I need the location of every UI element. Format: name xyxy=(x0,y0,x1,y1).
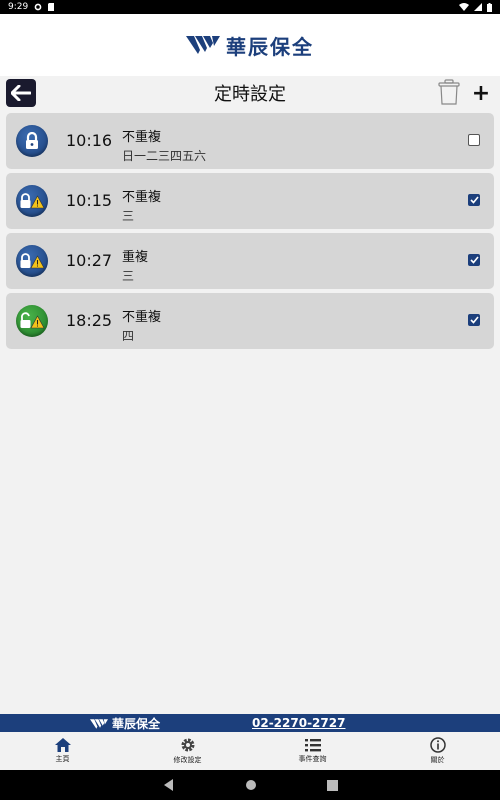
brand-logo-icon xyxy=(90,718,108,729)
brand-name: 華辰保全 xyxy=(226,34,314,59)
nav-label: 修改設定 xyxy=(173,756,202,764)
list-icon xyxy=(304,739,321,752)
nav-home[interactable]: 主頁 xyxy=(0,732,125,770)
lock-closed-icon xyxy=(16,125,48,157)
page-title: 定時設定 xyxy=(214,84,286,105)
lock-open-warning-icon xyxy=(16,305,48,337)
schedule-item[interactable]: 10:27 重複 三 xyxy=(6,233,494,289)
nav-settings[interactable]: 修改設定 xyxy=(125,732,250,770)
gear-icon xyxy=(181,738,194,752)
enable-checkbox[interactable] xyxy=(468,134,480,146)
schedule-repeat: 不重複 xyxy=(122,190,162,205)
nav-events[interactable]: 事件查詢 xyxy=(250,732,375,770)
schedule-repeat: 不重複 xyxy=(122,130,162,145)
schedule-item[interactable]: 10:15 不重複 三 xyxy=(6,173,494,229)
checkmark-icon xyxy=(469,316,479,324)
nav-label: 事件查詢 xyxy=(298,755,327,763)
trash-icon xyxy=(438,79,460,105)
checkmark-icon xyxy=(469,196,479,204)
recents-square-icon[interactable] xyxy=(326,779,338,791)
settings-gear-status-icon xyxy=(34,3,42,11)
schedule-item[interactable]: 18:25 不重複 四 xyxy=(6,293,494,349)
signal-icon xyxy=(474,3,482,11)
schedule-days: 日一二三四五六 xyxy=(122,149,207,163)
footer-brand: 華辰保全 xyxy=(90,715,160,732)
footer-band: 華辰保全 02-2270-2727 xyxy=(0,714,500,732)
brand-logo-icon xyxy=(186,36,220,54)
schedule-repeat: 重複 xyxy=(122,250,149,265)
android-nav-bar xyxy=(0,770,500,800)
wifi-icon xyxy=(459,3,469,11)
enable-checkbox[interactable] xyxy=(468,254,480,266)
schedule-time: 10:16 xyxy=(66,131,113,150)
schedule-time: 10:15 xyxy=(66,191,113,210)
schedule-time: 18:25 xyxy=(66,311,113,330)
info-icon xyxy=(429,737,446,753)
checkmark-icon xyxy=(469,256,479,264)
schedule-list: 10:16 不重複 日一二三四五六 10:15 不重複 三 10:27 重複 三… xyxy=(6,113,494,353)
schedule-item[interactable]: 10:16 不重複 日一二三四五六 xyxy=(6,113,494,169)
schedule-days: 三 xyxy=(122,209,135,223)
lock-closed-warning-icon xyxy=(16,185,48,217)
home-icon xyxy=(54,738,71,752)
enable-checkbox[interactable] xyxy=(468,314,480,326)
nav-label: 主頁 xyxy=(55,755,70,763)
phone-link[interactable]: 02-2270-2727 xyxy=(252,716,345,730)
schedule-repeat: 不重複 xyxy=(122,310,162,325)
toolbar: 定時設定 + xyxy=(0,76,500,110)
enable-checkbox[interactable] xyxy=(468,194,480,206)
schedule-days: 四 xyxy=(122,329,135,343)
status-time: 9:29 xyxy=(8,2,29,12)
home-circle-icon[interactable] xyxy=(245,779,257,791)
delete-button[interactable] xyxy=(438,79,460,107)
schedule-time: 10:27 xyxy=(66,251,113,270)
nav-about[interactable]: 關於 xyxy=(375,732,500,770)
brand-header: 華辰保全 xyxy=(0,14,500,76)
nav-label: 關於 xyxy=(430,756,445,764)
sd-card-icon xyxy=(48,3,55,11)
battery-icon xyxy=(487,2,492,12)
add-button[interactable]: + xyxy=(470,79,492,107)
footer-brand-name: 華辰保全 xyxy=(112,717,161,731)
lock-closed-warning-icon xyxy=(16,245,48,277)
status-bar: 9:29 xyxy=(0,0,500,14)
bottom-nav: 主頁 修改設定 事件查詢 關於 xyxy=(0,732,500,770)
back-triangle-icon[interactable] xyxy=(163,779,175,791)
schedule-days: 三 xyxy=(122,269,135,283)
